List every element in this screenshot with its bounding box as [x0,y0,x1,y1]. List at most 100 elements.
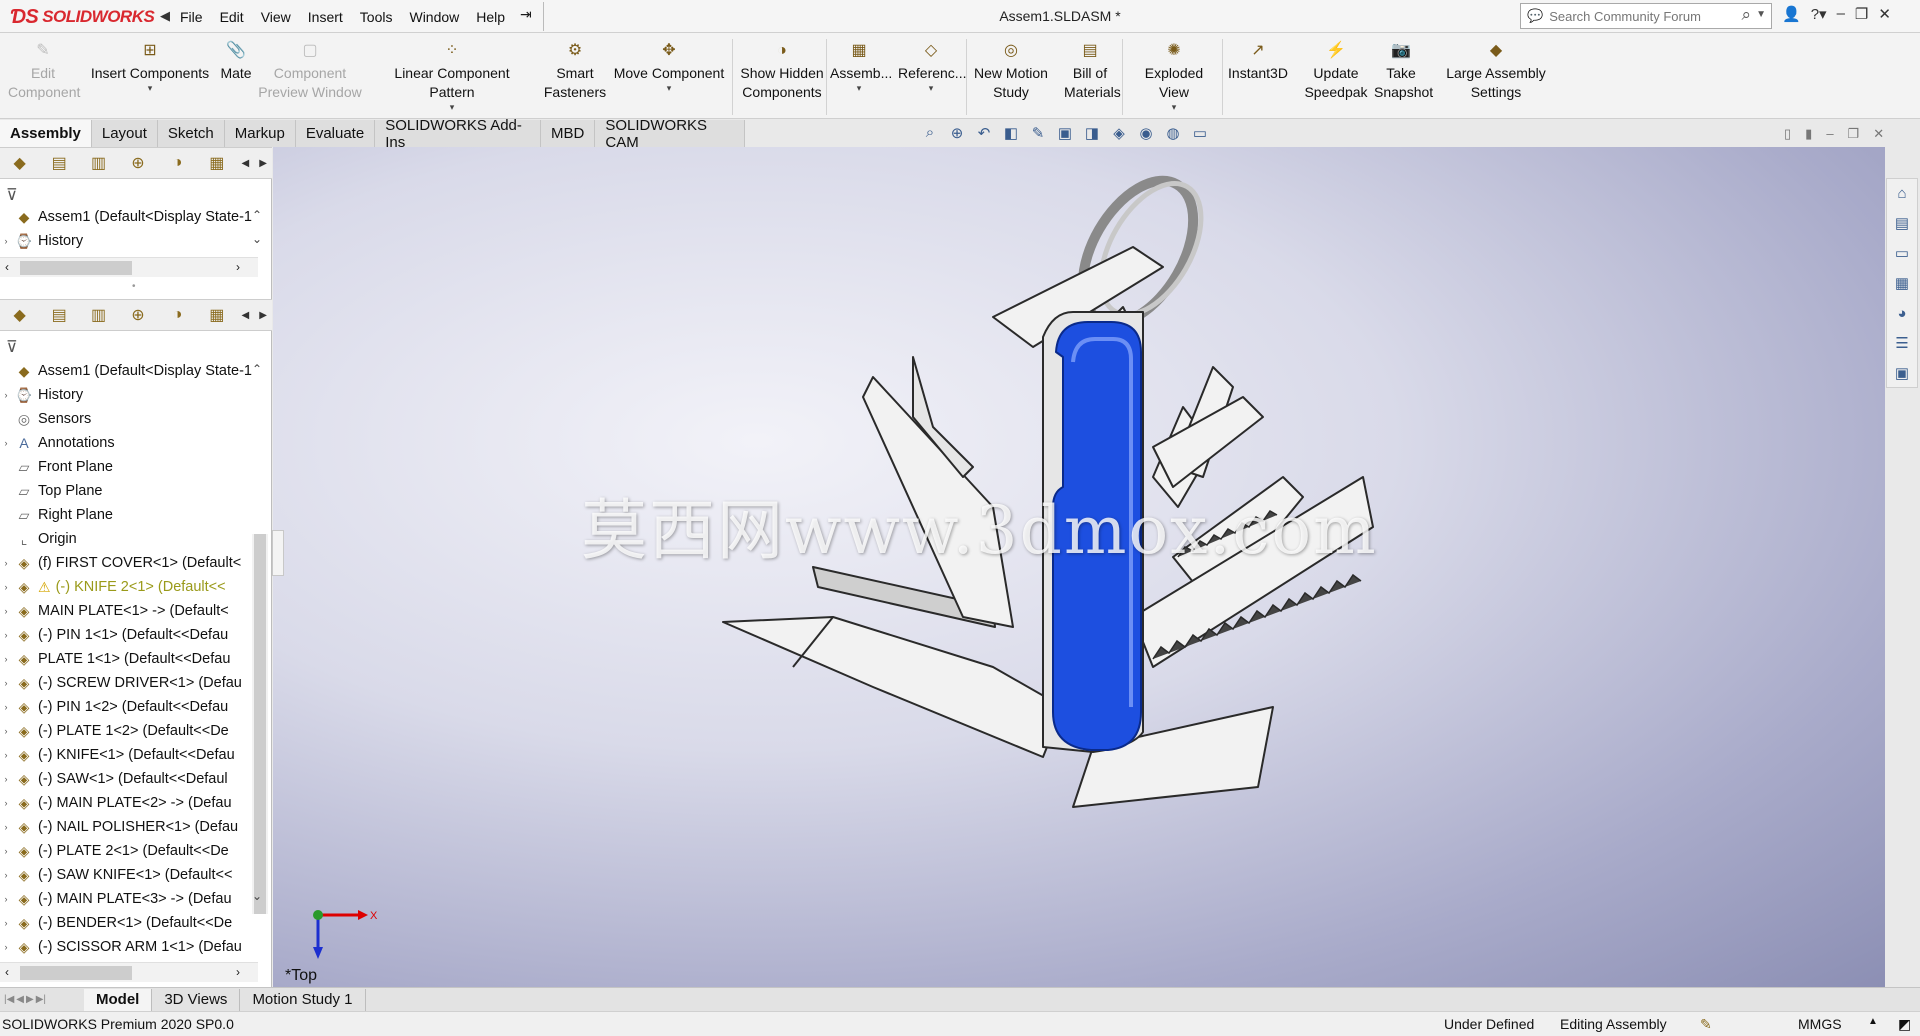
property-manager-tab-icon[interactable]: ▤ [39,305,78,325]
bottom-tab-model[interactable]: Model [84,988,153,1011]
chevron-down-icon[interactable]: ▾ [370,102,534,112]
cam-tab-icon[interactable]: ▦ [197,305,236,325]
tree-item[interactable]: ◆ Assem1 (Default<Display State-1 [0,359,260,383]
tree-item[interactable]: › ◈ (-) PIN 1<1> (Default<<Defau [0,623,260,647]
graphics-area[interactable]: 莫西网www.3dmox.com X *Top [273,147,1885,987]
hide-show-items-icon[interactable]: ◈ [1109,124,1129,142]
expand-arrow-icon[interactable]: › [0,894,12,904]
move-component-button[interactable]: ✥ Move Component ▾ [610,41,728,93]
home-icon[interactable]: ⌂ [1887,179,1917,209]
chevron-down-icon[interactable]: ▾ [610,83,728,93]
scroll-right-arrow-icon[interactable]: › [236,260,240,274]
apply-scene-icon[interactable]: ◍ [1163,124,1183,142]
exploded-view-button[interactable]: ✺ Exploded View ▾ [1128,41,1220,112]
dynamic-annotation-icon[interactable]: ✎ [1028,124,1048,142]
filter-icon[interactable]: ⊽ [6,337,18,357]
menu-tools[interactable]: Tools [360,9,393,25]
expand-arrow-icon[interactable]: › [0,558,12,568]
mate-button[interactable]: 📎 Mate [218,41,254,83]
bottom-tab-3d-views[interactable]: 3D Views [152,988,241,1011]
tree-item[interactable]: › ⌚ History [0,383,260,407]
search-community-forum[interactable]: 💬 Search Community Forum ⌕ ▼ [1520,3,1772,29]
tree-item[interactable]: › ◈ (f) FIRST COVER<1> (Default< [0,551,260,575]
expand-arrow-icon[interactable]: › [0,870,12,880]
expand-arrow-icon[interactable]: › [0,822,12,832]
edit-appearance-icon[interactable]: ◉ [1136,124,1156,142]
design-library-icon[interactable]: ▤ [1887,209,1917,239]
zoom-area-icon[interactable]: ⊕ [947,124,967,142]
search-icon[interactable]: ⌕ [1741,5,1751,25]
split-handle-icon[interactable]: • [132,281,136,292]
scroll-left-arrow-icon[interactable]: ‹ [5,965,9,979]
section-view-icon[interactable]: ◧ [1001,124,1021,142]
menu-view[interactable]: View [261,9,291,25]
dimxpert-tab-icon[interactable]: ⊕ [118,305,157,325]
property-manager-tab-icon[interactable]: ▤ [39,153,78,173]
instant3d-button[interactable]: ↗ Instant3D [1226,41,1290,83]
tree-item[interactable]: › ◈ (-) NAIL POLISHER<1> (Defau [0,815,260,839]
tree-item[interactable]: ◎ Sensors [0,407,260,431]
reference-geometry-button[interactable]: ◇ Referenc... ▾ [898,41,966,93]
unit-system[interactable]: MMGS [1798,1016,1842,1032]
tab-solidworks-cam[interactable]: SOLIDWORKS CAM [595,117,745,151]
view-settings-icon[interactable]: ▭ [1190,124,1210,142]
tree-item[interactable]: › ◈ (-) MAIN PLATE<2> -> (Defau [0,791,260,815]
scroll-chevron-icon[interactable]: ⌃ [252,208,262,222]
chevron-down-icon[interactable]: ▾ [1128,102,1220,112]
tree-item[interactable]: › ⌚ History [0,229,260,253]
scroll-chevron-icon[interactable]: ⌃ [252,362,262,376]
feature-manager-tab-icon[interactable]: ◆ [0,153,39,173]
smart-fasteners-button[interactable]: ⚙ Smart Fasteners [540,41,610,102]
feature-manager-tab-icon[interactable]: ◆ [0,305,39,325]
expand-arrow-icon[interactable]: › [0,582,12,592]
expand-arrow-icon[interactable]: › [0,798,12,808]
next-tab-icon[interactable]: ▶ [26,994,34,1005]
tab-markup[interactable]: Markup [224,120,296,147]
first-tab-icon[interactable]: |◀ [4,994,14,1005]
expand-arrow-icon[interactable]: › [0,702,12,712]
configuration-manager-tab-icon[interactable]: ▥ [79,153,118,173]
menu-window[interactable]: Window [409,9,459,25]
large-assembly-button[interactable]: ◆ Large Assembly Settings [1444,41,1548,102]
chevron-down-icon[interactable]: ▾ [90,83,210,93]
configuration-manager-tab-icon[interactable]: ▥ [79,305,118,325]
forum-icon[interactable]: ▣ [1887,359,1917,389]
tree-item[interactable]: › A Annotations [0,431,260,455]
linear-pattern-button[interactable]: ⁘ Linear Component Pattern ▾ [370,41,534,112]
scrollbar-thumb[interactable] [20,261,132,275]
panel-collapse-handle[interactable] [272,530,284,576]
viewport-minimize-icon[interactable]: – [1826,126,1833,142]
chevron-down-icon[interactable]: ▾ [898,83,964,93]
bill-of-materials-button[interactable]: ▤ Bill of Materials [1064,41,1121,102]
expand-arrow-icon[interactable]: › [0,630,12,640]
menu-insert[interactable]: Insert [308,9,343,25]
prev-tab-icon[interactable]: ◀ [16,994,24,1005]
solidworks-logo[interactable]: ƊS SOLIDWORKS [10,2,160,32]
dimxpert-tab-icon[interactable]: ⊕ [118,153,157,173]
last-tab-icon[interactable]: ▶| [36,994,46,1005]
restore-icon[interactable]: ❐ [1855,5,1868,23]
tree-item[interactable]: › ◈ (-) PLATE 1<2> (Default<<De [0,719,260,743]
scrollbar-thumb[interactable] [20,966,132,980]
tile-left-icon[interactable]: ▯ [1784,126,1791,142]
expand-arrow-icon[interactable]: › [0,726,12,736]
component-preview-button[interactable]: ▢ Component Preview Window [258,41,362,102]
tree-item[interactable]: › ◈ (-) SAW<1> (Default<<Defaul [0,767,260,791]
horizontal-scrollbar-main[interactable]: ‹ › [0,962,258,982]
tree-item[interactable]: › ◈ (-) PLATE 2<1> (Default<<De [0,839,260,863]
rebuild-icon[interactable]: ✎ [1700,1016,1712,1033]
vertical-scrollbar[interactable] [252,534,268,914]
scroll-left-arrow-icon[interactable]: ‹ [5,260,9,274]
tree-item[interactable]: › ◈ ⚠ (-) KNIFE 2<1> (Default<< [0,575,260,599]
update-speedpak-button[interactable]: ⚡ Update Speedpak [1304,41,1368,102]
bottom-tab-motion-study-1[interactable]: Motion Study 1 [240,988,366,1011]
tree-item[interactable]: › ◈ (-) BENDER<1> (Default<<De [0,911,260,935]
expand-arrow-icon[interactable]: › [0,774,12,784]
menu-file[interactable]: File [180,9,203,25]
tree-item[interactable]: › ◈ (-) KNIFE<1> (Default<<Defau [0,743,260,767]
expand-arrow-icon[interactable]: › [0,918,12,928]
expand-arrow-icon[interactable]: › [0,654,12,664]
scrollbar-thumb[interactable] [254,534,266,914]
tree-item[interactable]: ◆ Assem1 (Default<Display State-1 [0,205,260,229]
view-palette-icon[interactable]: ▦ [1887,269,1917,299]
